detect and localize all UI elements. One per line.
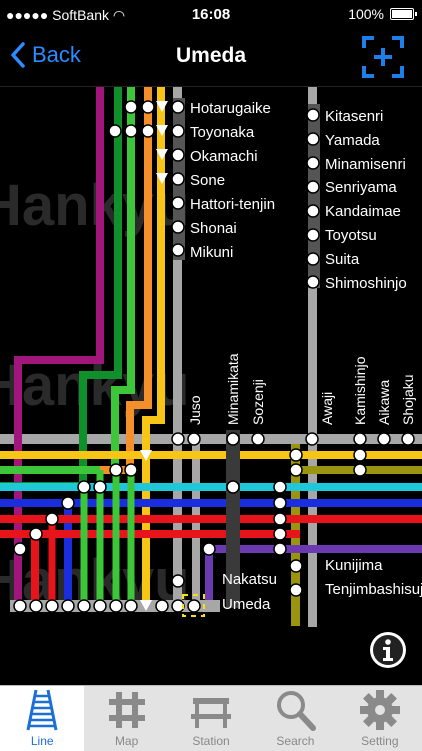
station-label[interactable]: Toyonaka — [190, 121, 275, 145]
station-label-vertical[interactable]: Awaji — [319, 383, 335, 425]
tab-search[interactable]: Search — [253, 686, 337, 751]
info-button[interactable] — [368, 630, 408, 670]
tab-map[interactable]: Map — [84, 686, 168, 751]
station-label-vertical[interactable]: Kamishinjo — [352, 349, 368, 425]
station-label-vertical[interactable]: Juso — [187, 383, 203, 425]
station-label[interactable]: Toyotsu — [325, 224, 407, 248]
tab-label: Search — [276, 734, 315, 748]
tab-station[interactable]: Station — [169, 686, 253, 751]
station-label[interactable]: Shimoshinjo — [325, 272, 407, 296]
station-label[interactable]: Mikuni — [190, 241, 275, 265]
station-label[interactable]: Hotarugaike — [190, 97, 275, 121]
station-label[interactable]: Minamisenri — [325, 153, 407, 177]
station-label[interactable]: Kandaimae — [325, 200, 407, 224]
station-list-left: Hotarugaike Toyonaka Okamachi Sone Hatto… — [190, 97, 275, 265]
tab-line[interactable]: Line — [0, 686, 85, 751]
tab-bar: Line Map Station Search Setting — [0, 685, 422, 751]
station-label-vertical[interactable]: Minamikata — [225, 345, 241, 425]
page-title: Umeda — [175, 44, 247, 67]
battery-percent: 100% — [348, 6, 384, 22]
status-bar: ●●●●● SoftBank ◠ 16:08 100% — [0, 0, 422, 30]
station-label[interactable]: Tenjimbashisuji — [325, 581, 422, 598]
add-station-scan-icon[interactable] — [362, 36, 404, 78]
station-list-right: Kitasenri Yamada Minamisenri Senriyama K… — [325, 105, 407, 295]
battery-icon — [390, 8, 417, 20]
station-bench-icon — [191, 698, 232, 728]
station-label[interactable]: Sone — [190, 169, 275, 193]
station-label[interactable]: Shonai — [190, 217, 275, 241]
tab-label: Line — [30, 734, 54, 748]
station-label[interactable]: Kunijima — [325, 557, 383, 574]
station-label-vertical[interactable]: Aikawa — [376, 369, 392, 425]
station-label-vertical[interactable]: Sozenji — [250, 369, 266, 425]
station-label[interactable]: Senriyama — [325, 176, 407, 200]
tab-label: Map — [114, 734, 139, 748]
station-label[interactable]: Yamada — [325, 129, 407, 153]
station-label-vertical[interactable]: Shojaku — [400, 369, 416, 425]
station-label[interactable]: Hattori-tenjin — [190, 193, 275, 217]
tab-label: Setting — [361, 734, 399, 748]
battery: 100% — [348, 6, 417, 22]
tab-label: Station — [192, 734, 230, 748]
line-map[interactable]: Hankyu Hankyu Hankyu Hotarugaike Toyonak… — [0, 87, 422, 685]
navigation-bar: Back Umeda — [0, 30, 422, 87]
map-grid-icon — [108, 692, 145, 728]
station-label[interactable]: Okamachi — [190, 145, 275, 169]
station-label[interactable]: Suita — [325, 248, 407, 272]
station-label[interactable]: Nakatsu — [222, 571, 277, 588]
search-icon — [277, 691, 317, 731]
track-icon — [26, 689, 58, 731]
station-label[interactable]: Umeda — [222, 596, 270, 613]
tab-setting[interactable]: Setting — [338, 686, 422, 751]
station-label[interactable]: Kitasenri — [325, 105, 407, 129]
gear-icon — [359, 690, 400, 730]
